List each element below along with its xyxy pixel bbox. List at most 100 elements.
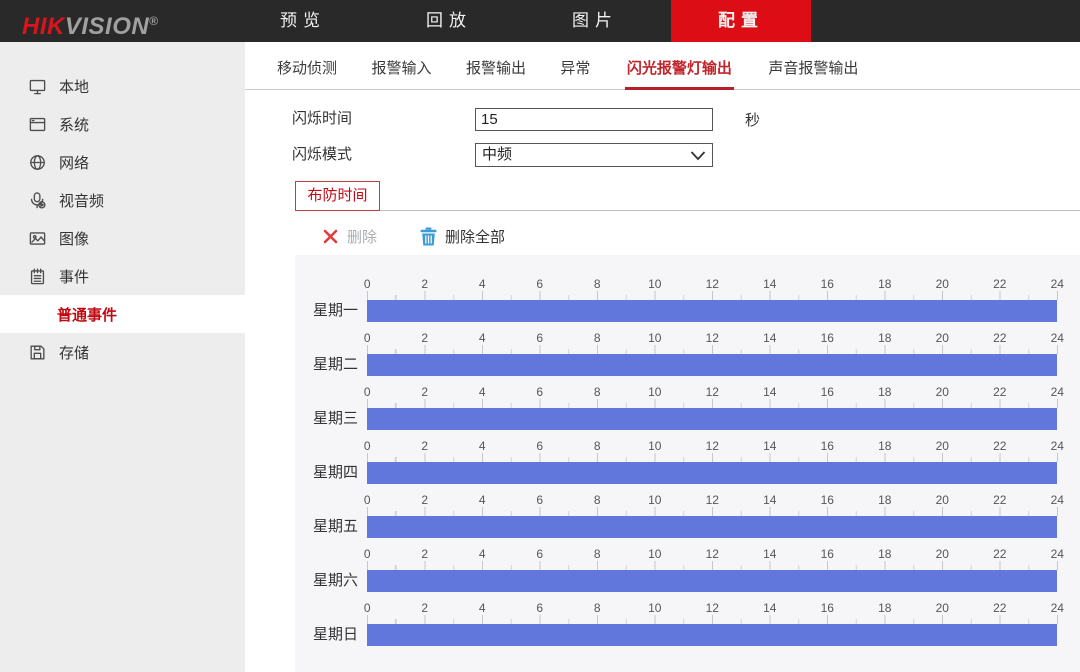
- event-tab-bar: 移动侦测 报警输入 报警输出 异常 闪光报警灯输出 声音报警输出: [245, 42, 1080, 90]
- logo-vision: VISION: [65, 13, 149, 40]
- nav-tab-configuration[interactable]: 配置: [671, 0, 811, 42]
- hour-tick-label: 20: [914, 277, 972, 291]
- hour-tick-label: 4: [454, 439, 512, 453]
- sidebar-item-network[interactable]: 网络: [0, 143, 245, 181]
- tab-exception[interactable]: 异常: [560, 56, 590, 90]
- hour-tick-label: 2: [396, 439, 454, 453]
- hour-tick-label: 18: [856, 493, 914, 507]
- network-icon: [28, 153, 47, 172]
- hour-tick-label: 14: [741, 385, 799, 399]
- nav-tab-playback[interactable]: 回放: [379, 0, 519, 42]
- hour-tick-label: 10: [626, 277, 684, 291]
- hour-scale: 024681012141618202224: [339, 545, 1080, 560]
- timeline-track[interactable]: [367, 354, 1057, 376]
- timeline-ruler: [367, 291, 1058, 300]
- hour-tick-label: 2: [396, 547, 454, 561]
- nav-tab-preview[interactable]: 预览: [233, 0, 373, 42]
- schedule-row-saturday: 星期六 024681012141618202224: [295, 540, 1080, 594]
- hour-tick-label: 14: [741, 547, 799, 561]
- timeline-ruler: [367, 561, 1058, 570]
- tab-alarm-input[interactable]: 报警输入: [371, 56, 431, 90]
- storage-icon: [28, 343, 47, 362]
- hour-tick-label: 14: [741, 601, 799, 615]
- hour-scale: 024681012141618202224: [339, 491, 1080, 506]
- schedule-bar[interactable]: [367, 516, 1057, 538]
- hour-scale: 024681012141618202224: [339, 383, 1080, 398]
- hour-tick-label: 16: [799, 601, 857, 615]
- schedule-bar[interactable]: [367, 570, 1057, 592]
- timeline-track[interactable]: [367, 516, 1057, 538]
- schedule-bar[interactable]: [367, 300, 1057, 322]
- hour-tick-label: 0: [339, 331, 397, 345]
- hour-tick-label: 16: [799, 331, 857, 345]
- arming-schedule-button[interactable]: 布防时间: [295, 181, 380, 211]
- hour-tick-label: 16: [799, 547, 857, 561]
- hour-tick-label: 10: [626, 547, 684, 561]
- schedule-row-thursday: 星期四 024681012141618202224: [295, 432, 1080, 486]
- hour-tick-label: 6: [511, 493, 569, 507]
- hour-tick-label: 16: [799, 385, 857, 399]
- hour-tick-label: 24: [1029, 601, 1080, 615]
- tab-flashing-alarm-light-output[interactable]: 闪光报警灯输出: [625, 56, 734, 90]
- day-label: 星期三: [300, 408, 358, 430]
- hour-tick-label: 24: [1029, 385, 1080, 399]
- schedule-bar[interactable]: [367, 624, 1057, 646]
- sidebar-item-label: 系统: [59, 114, 89, 135]
- timeline-track[interactable]: [367, 300, 1057, 322]
- day-label: 星期二: [300, 354, 358, 376]
- schedule-bar[interactable]: [367, 462, 1057, 484]
- flash-duration-input[interactable]: [475, 108, 713, 131]
- sidebar-item-system[interactable]: 系统: [0, 105, 245, 143]
- hour-tick-label: 20: [914, 601, 972, 615]
- delete-x-icon: [323, 229, 338, 244]
- day-label: 星期一: [300, 300, 358, 322]
- sidebar: 本地 系统 网络 视音频: [0, 42, 245, 672]
- delete-button[interactable]: 删除: [347, 226, 377, 247]
- delete-all-button[interactable]: 删除全部: [445, 226, 505, 247]
- day-label: 星期六: [300, 570, 358, 592]
- timeline-ruler: [367, 615, 1058, 624]
- timeline-track[interactable]: [367, 570, 1057, 592]
- hour-tick-label: 18: [856, 331, 914, 345]
- sidebar-item-storage[interactable]: 存储: [0, 333, 245, 371]
- hour-tick-label: 18: [856, 439, 914, 453]
- nav-tab-picture[interactable]: 图片: [525, 0, 665, 42]
- timeline-track[interactable]: [367, 408, 1057, 430]
- schedule-bar[interactable]: [367, 408, 1057, 430]
- tab-alarm-output[interactable]: 报警输出: [466, 56, 526, 90]
- sidebar-item-event[interactable]: 事件: [0, 257, 245, 295]
- monitor-icon: [28, 77, 47, 96]
- sidebar-item-audio-video[interactable]: 视音频: [0, 181, 245, 219]
- sidebar-item-local[interactable]: 本地: [0, 67, 245, 105]
- hour-tick-label: 10: [626, 385, 684, 399]
- tab-audible-alarm-output[interactable]: 声音报警输出: [768, 56, 858, 90]
- hour-tick-label: 10: [626, 439, 684, 453]
- section-divider: [295, 210, 1080, 211]
- timeline-track[interactable]: [367, 462, 1057, 484]
- audio-video-icon: [28, 191, 47, 210]
- hour-tick-label: 22: [971, 385, 1029, 399]
- system-icon: [28, 115, 47, 134]
- hour-tick-label: 22: [971, 601, 1029, 615]
- hour-tick-label: 0: [339, 385, 397, 399]
- hour-tick-label: 12: [684, 439, 742, 453]
- hour-tick-label: 14: [741, 277, 799, 291]
- hour-tick-label: 24: [1029, 331, 1080, 345]
- hour-tick-label: 12: [684, 385, 742, 399]
- hour-tick-label: 24: [1029, 547, 1080, 561]
- hour-tick-label: 2: [396, 277, 454, 291]
- hour-tick-label: 4: [454, 277, 512, 291]
- sidebar-item-image[interactable]: 图像: [0, 219, 245, 257]
- tab-motion-detection[interactable]: 移动侦测: [277, 56, 337, 90]
- schedule-bar[interactable]: [367, 354, 1057, 376]
- hour-tick-label: 22: [971, 439, 1029, 453]
- timeline-track[interactable]: [367, 624, 1057, 646]
- flash-mode-select[interactable]: 中频: [475, 143, 713, 167]
- hour-tick-label: 14: [741, 493, 799, 507]
- schedule-toolbar: 删除 删除全部: [323, 226, 505, 246]
- sidebar-item-basic-event[interactable]: 普通事件: [0, 295, 245, 333]
- hour-tick-label: 2: [396, 601, 454, 615]
- hour-tick-label: 22: [971, 331, 1029, 345]
- hour-tick-label: 20: [914, 385, 972, 399]
- hour-tick-label: 8: [569, 493, 627, 507]
